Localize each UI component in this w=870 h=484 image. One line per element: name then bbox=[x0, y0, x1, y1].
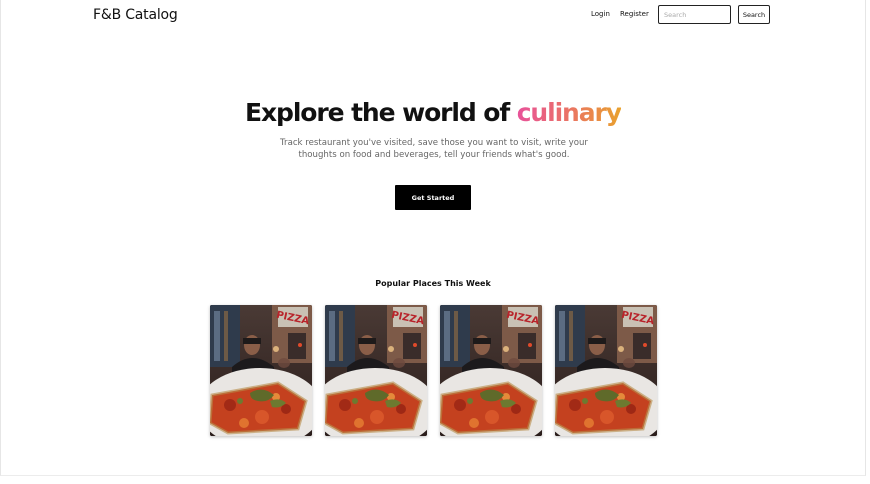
page-frame bbox=[0, 0, 866, 476]
place-photo: PIZZA bbox=[440, 305, 542, 436]
search-button[interactable]: Search bbox=[738, 5, 770, 24]
get-started-button[interactable]: Get Started bbox=[395, 185, 471, 210]
place-photo: PIZZA bbox=[210, 305, 312, 436]
brand-logo[interactable]: F&B Catalog bbox=[93, 7, 178, 23]
login-link[interactable]: Login bbox=[591, 10, 610, 18]
place-photo: PIZZA bbox=[555, 305, 657, 436]
place-card[interactable]: PIZZA bbox=[555, 305, 657, 436]
place-card[interactable]: PIZZA bbox=[325, 305, 427, 436]
hero-subtitle: Track restaurant you've visited, save th… bbox=[280, 138, 588, 160]
hero-title: Explore the world of culinary bbox=[0, 98, 866, 127]
register-link[interactable]: Register bbox=[620, 10, 649, 18]
place-photo: PIZZA bbox=[325, 305, 427, 436]
navbar: F&B Catalog Login Register Search bbox=[0, 0, 866, 32]
place-card[interactable]: PIZZA bbox=[210, 305, 312, 436]
hero-title-prefix: Explore the world of bbox=[245, 98, 510, 127]
hero-title-accent: culinary bbox=[516, 98, 622, 127]
search-input[interactable] bbox=[658, 5, 731, 24]
place-card[interactable]: PIZZA bbox=[440, 305, 542, 436]
popular-places-title: Popular Places This Week bbox=[375, 279, 491, 288]
